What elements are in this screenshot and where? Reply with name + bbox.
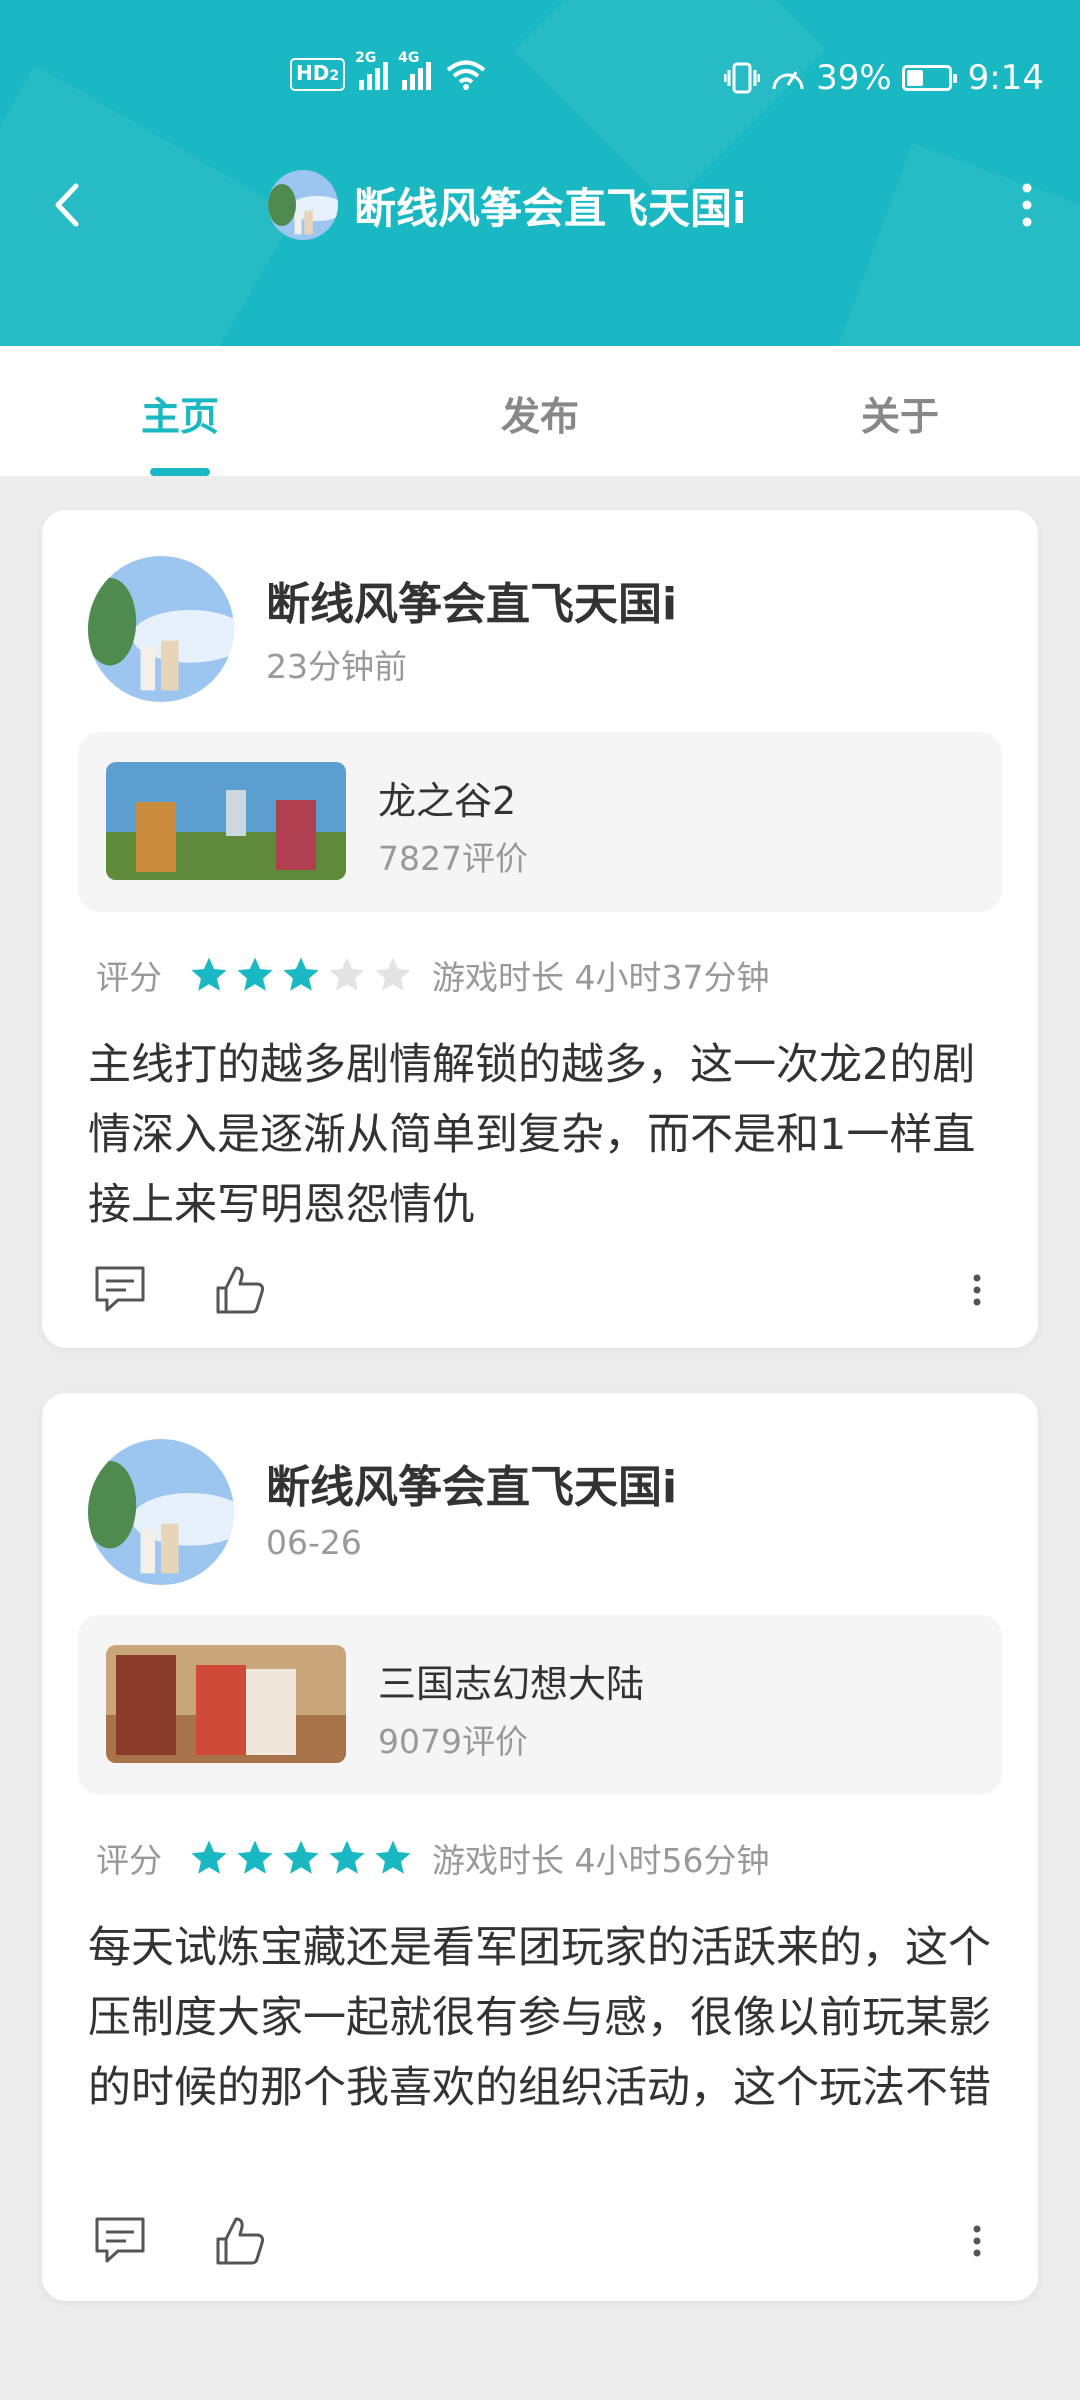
tab-about[interactable]: 关于: [800, 386, 1000, 442]
back-arrow-icon[interactable]: [44, 180, 94, 230]
profile-header: HD2 2G 4G 39% 9:14 断线风筝会直飞天国i: [0, 0, 1080, 346]
star-filled-icon: [237, 957, 273, 991]
tab-publish[interactable]: 发布: [440, 386, 640, 442]
battery-percent: 39%: [816, 58, 892, 98]
rating-row: 评分 游戏时长 4小时56分钟: [96, 1833, 769, 1883]
game-review-count: 9079评价: [378, 1722, 528, 1761]
review-card[interactable]: 断线风筝会直飞天国i 23分钟前 龙之谷2 7827评价 评分 游戏时长 4小时…: [42, 510, 1038, 1348]
signal-2g-icon: 2G: [355, 50, 389, 90]
star-filled-icon: [237, 1840, 273, 1874]
rating-label: 评分: [96, 1841, 162, 1880]
nav-bar: 断线风筝会直飞天国i: [0, 170, 1080, 240]
username[interactable]: 断线风筝会直飞天国i: [266, 1451, 677, 1515]
playtime: 游戏时长 4小时37分钟: [432, 958, 770, 997]
page-title: 断线风筝会直飞天国i: [354, 183, 747, 233]
playtime: 游戏时长 4小时56分钟: [432, 1841, 770, 1880]
more-vertical-icon[interactable]: [962, 2213, 992, 2269]
rating-row: 评分 游戏时长 4小时37分钟: [96, 950, 769, 1000]
star-empty-icon: [329, 957, 365, 991]
thumbs-up-icon[interactable]: [212, 1262, 268, 1318]
speed-icon: [772, 71, 804, 90]
clock: 9:14: [967, 58, 1044, 98]
star-filled-icon: [191, 1840, 227, 1874]
star-rating: [188, 954, 414, 996]
status-bar: HD2 2G 4G 39% 9:14: [0, 50, 1080, 108]
game-name: 三国志幻想大陆: [378, 1662, 645, 1706]
action-bar: [92, 1262, 992, 1322]
tab-indicator: [150, 468, 210, 476]
game-cover: [106, 762, 346, 880]
game-review-count: 7827评价: [378, 839, 528, 878]
wifi-icon: [446, 60, 486, 90]
star-filled-icon: [283, 1840, 319, 1874]
game-link[interactable]: 三国志幻想大陆 9079评价: [78, 1615, 1002, 1795]
star-rating: [188, 1837, 414, 1879]
tab-home[interactable]: 主页: [80, 386, 280, 442]
game-cover: [106, 1645, 346, 1763]
avatar[interactable]: [88, 1439, 234, 1585]
game-name: 龙之谷2: [378, 779, 517, 823]
username[interactable]: 断线风筝会直飞天国i: [266, 568, 677, 632]
star-filled-icon: [191, 957, 227, 991]
review-card[interactable]: 断线风筝会直飞天国i 06-26 三国志幻想大陆 9079评价 评分 游戏时长 …: [42, 1393, 1038, 2301]
rating-label: 评分: [96, 958, 162, 997]
profile-tabs: 主页 发布 关于: [0, 346, 1080, 476]
hd-badge: HD2: [290, 58, 346, 91]
comment-icon[interactable]: [92, 1262, 148, 1318]
game-link[interactable]: 龙之谷2 7827评价: [78, 732, 1002, 912]
comment-icon[interactable]: [92, 2213, 148, 2269]
star-filled-icon: [283, 957, 319, 991]
header-avatar: [268, 170, 338, 240]
avatar[interactable]: [88, 556, 234, 702]
thumbs-up-icon[interactable]: [212, 2213, 268, 2269]
more-vertical-icon[interactable]: [1012, 180, 1042, 230]
star-filled-icon: [329, 1840, 365, 1874]
post-time: 06-26: [266, 1523, 362, 1562]
vibrate-icon: [724, 62, 761, 94]
review-text: 每天试炼宝藏还是看军团玩家的活跃来的，这个压制度大家一起就很有参与感，很像以前玩…: [88, 1923, 991, 2113]
action-bar: [92, 2213, 992, 2273]
more-vertical-icon[interactable]: [962, 1262, 992, 1318]
star-filled-icon: [375, 1840, 411, 1874]
signal-4g-icon: 4G: [398, 50, 432, 90]
post-time: 23分钟前: [266, 647, 407, 686]
star-empty-icon: [375, 957, 411, 991]
battery-icon: [901, 65, 957, 91]
review-text: 主线打的越多剧情解锁的越多，这一次龙2的剧情深入是逐渐从简单到复杂，而不是和1一…: [88, 1040, 976, 1230]
